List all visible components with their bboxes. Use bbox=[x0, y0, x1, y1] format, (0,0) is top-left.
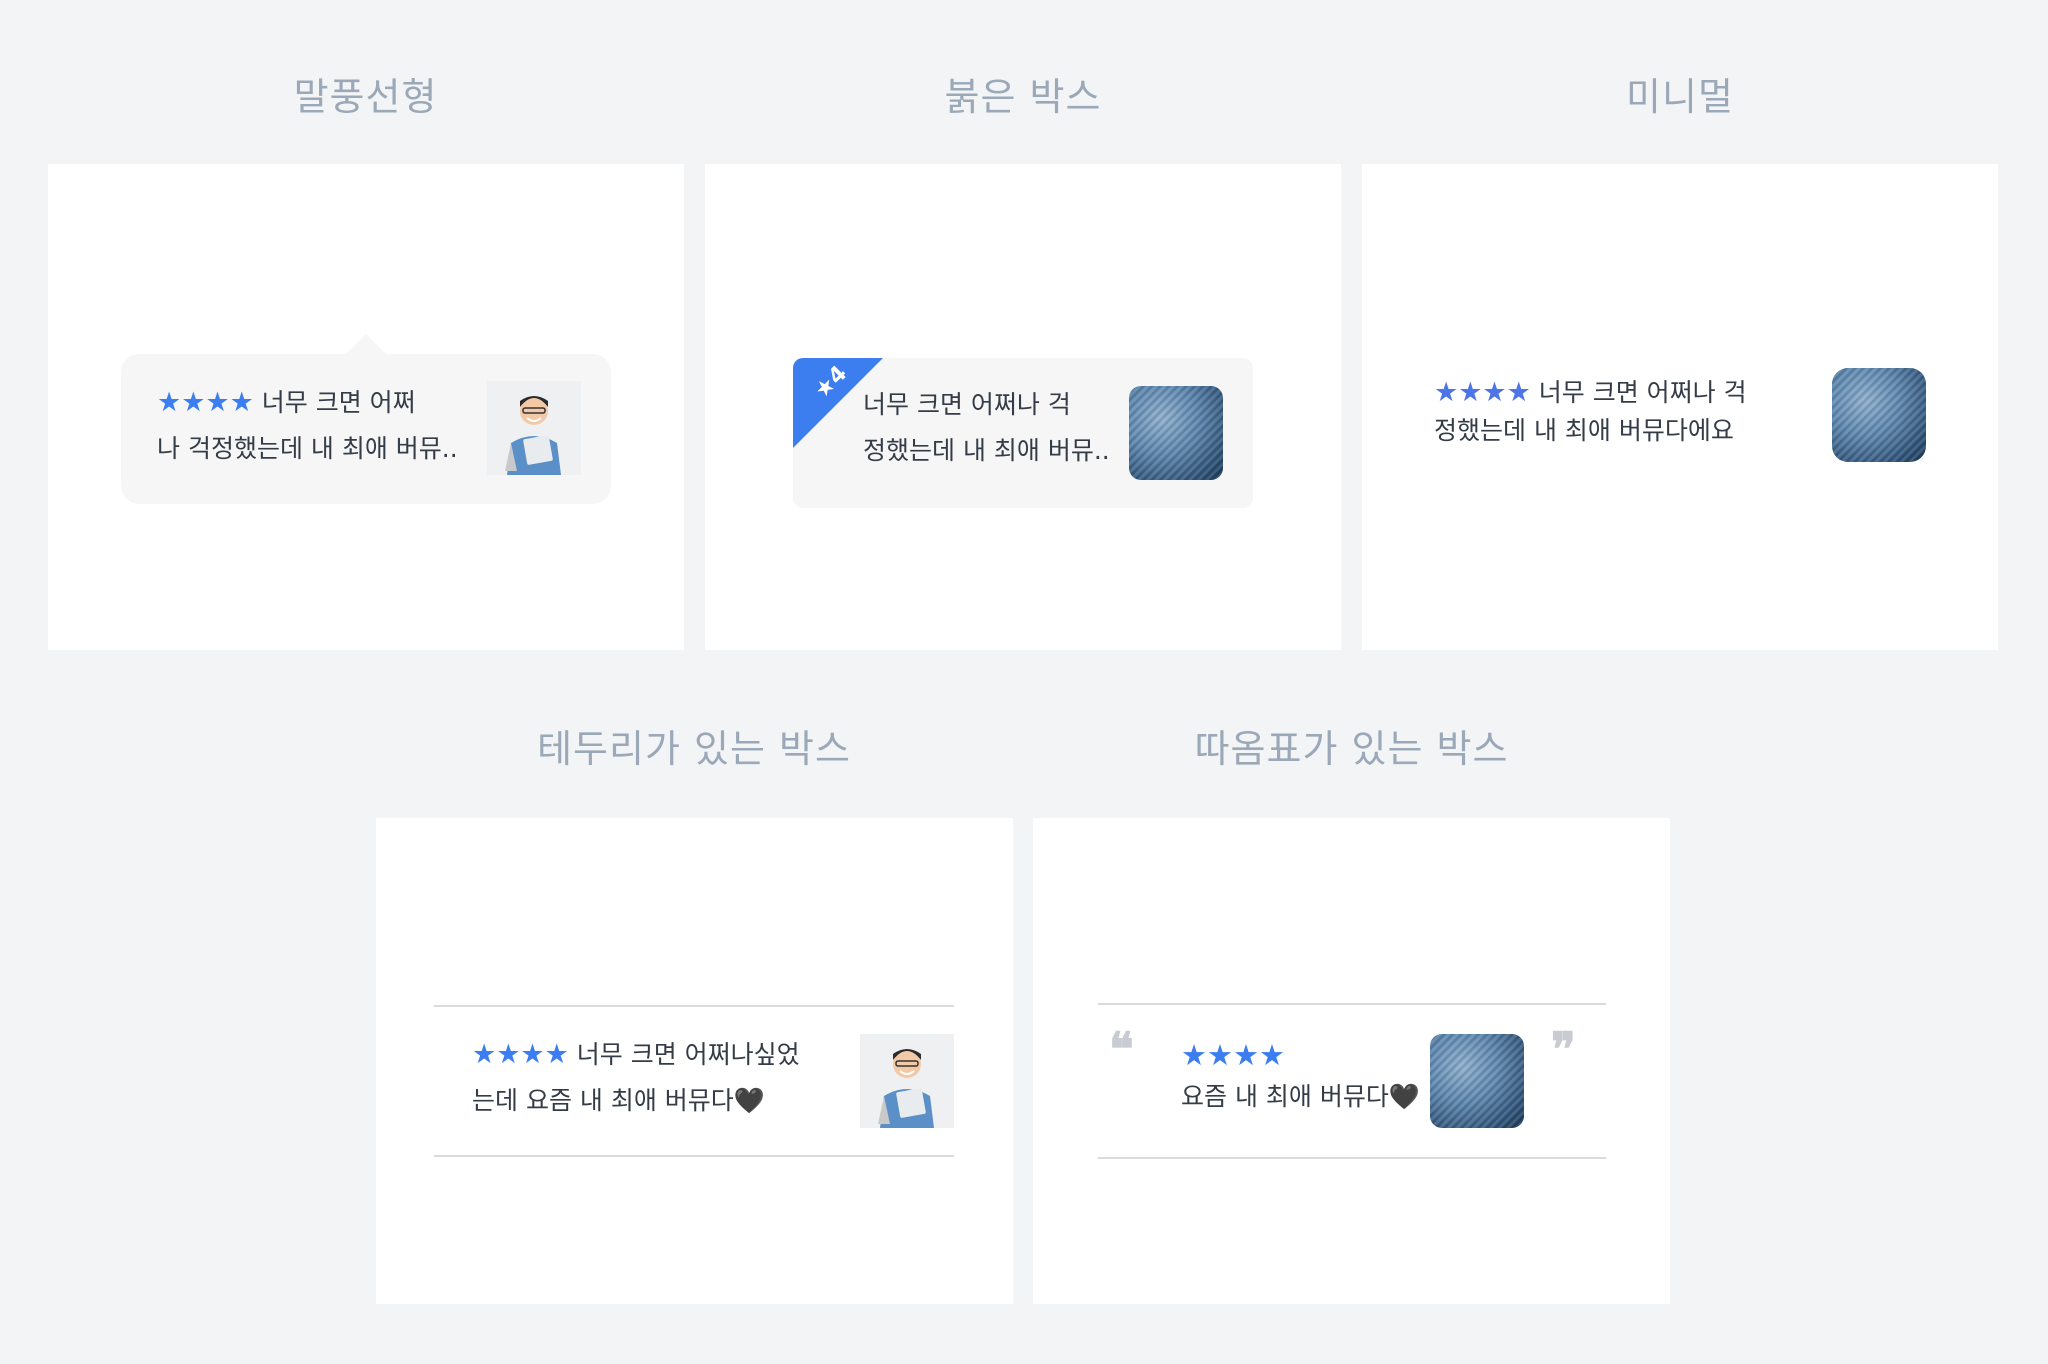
review-line-2: 정했는데 내 최애 버뮤.. bbox=[863, 436, 1110, 465]
quote-review[interactable]: ★★★★ 요즘 내 최애 버뮤다🖤 bbox=[1181, 1036, 1420, 1120]
review-line-1: ★★★★ 너무 크면 어쩌나싶었 bbox=[472, 1039, 800, 1070]
review-line-1: 너무 크면 어쩌나 걱 bbox=[863, 390, 1071, 419]
knit-fabric-photo bbox=[1430, 1034, 1524, 1128]
section-title-minimal: 미니멀 bbox=[1626, 75, 1734, 119]
section-title-speech-bubble: 말풍선형 bbox=[293, 75, 438, 119]
close-quote-icon: ❞ bbox=[1551, 1022, 1576, 1076]
person-photo bbox=[860, 1034, 954, 1128]
section-title-quote-box: 따옴표가 있는 박스 bbox=[1194, 727, 1509, 771]
bordered-review[interactable]: ★★★★ 너무 크면 어쩌나싶었 는데 요즘 내 최애 버뮤다🖤 bbox=[472, 1032, 800, 1124]
minimal-review[interactable]: ★★★★ 너무 크면 어쩌나 걱 정했는데 내 최애 버뮤다에요 bbox=[1434, 374, 1747, 450]
review-line-1: ★★★★ 너무 크면 어쩌 bbox=[157, 387, 416, 418]
minimal-panel: ★★★★ 너무 크면 어쩌나 걱 정했는데 내 최애 버뮤다에요 bbox=[1362, 164, 1998, 650]
knit-fabric-photo bbox=[1129, 386, 1223, 480]
speech-bubble[interactable]: ★★★★ 너무 크면 어쩌 나 걱정했는데 내 최애 버뮤.. bbox=[121, 354, 611, 504]
star-rating: ★★★★ bbox=[157, 387, 254, 418]
folded-box-panel: ★4 너무 크면 어쩌나 걱 정했는데 내 최애 버뮤.. bbox=[705, 164, 1341, 650]
speech-bubble-panel: ★★★★ 너무 크면 어쩌 나 걱정했는데 내 최애 버뮤.. bbox=[48, 164, 684, 650]
review-line-2: 정했는데 내 최애 버뮤다에요 bbox=[1434, 416, 1734, 445]
bordered-box-panel: ★★★★ 너무 크면 어쩌나싶었 는데 요즘 내 최애 버뮤다🖤 bbox=[376, 818, 1013, 1304]
ribbon-box[interactable]: ★4 너무 크면 어쩌나 걱 정했는데 내 최애 버뮤.. bbox=[793, 358, 1253, 508]
open-quote-icon: ❝ bbox=[1109, 1022, 1134, 1076]
review-line-2: 는데 요즘 내 최애 버뮤다🖤 bbox=[472, 1086, 765, 1115]
section-title-bordered-box: 테두리가 있는 박스 bbox=[537, 727, 851, 771]
knit-fabric-photo bbox=[1832, 368, 1926, 462]
review-line-1: ★★★★ 너무 크면 어쩌나 걱 bbox=[1434, 377, 1747, 408]
section-title-folded-box: 붉은 박스 bbox=[944, 75, 1102, 119]
star-rating: ★★★★ bbox=[1181, 1038, 1285, 1072]
bottom-border bbox=[1098, 1157, 1606, 1159]
bottom-border bbox=[434, 1155, 954, 1157]
top-border bbox=[434, 1005, 954, 1007]
quote-box-panel: ❝ ★★★★ 요즘 내 최애 버뮤다🖤 ❞ bbox=[1033, 818, 1670, 1304]
star-rating: ★★★★ bbox=[472, 1039, 569, 1070]
person-photo bbox=[487, 381, 581, 475]
bubble-tail bbox=[346, 334, 386, 354]
top-border bbox=[1098, 1003, 1606, 1005]
review-line-2: 나 걱정했는데 내 최애 버뮤.. bbox=[157, 434, 458, 463]
star-rating: ★★★★ bbox=[1434, 377, 1531, 408]
review-line-1: 요즘 내 최애 버뮤다🖤 bbox=[1181, 1082, 1420, 1111]
